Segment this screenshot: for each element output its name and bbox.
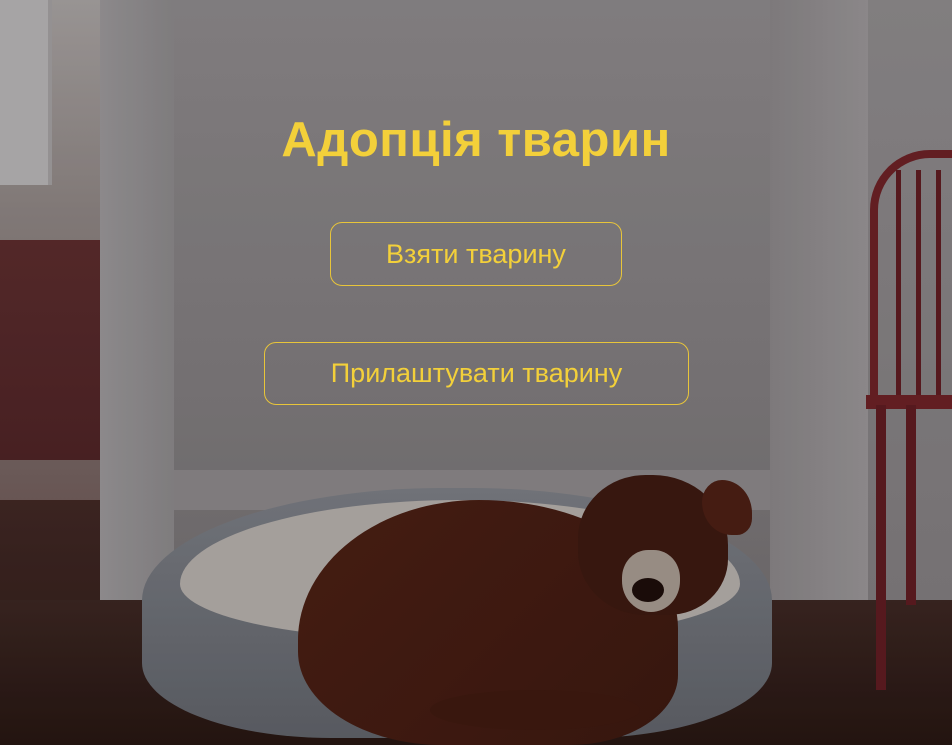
page-title: Адопція тварин [281, 113, 671, 167]
rehome-pet-button[interactable]: Прилаштувати тварину [264, 342, 689, 405]
adopt-pet-button[interactable]: Взяти тварину [330, 222, 622, 286]
hero-content: Адопція тварин Взяти тварину Прилаштуват… [0, 0, 952, 745]
hero-section: Адопція тварин Взяти тварину Прилаштуват… [0, 0, 952, 745]
